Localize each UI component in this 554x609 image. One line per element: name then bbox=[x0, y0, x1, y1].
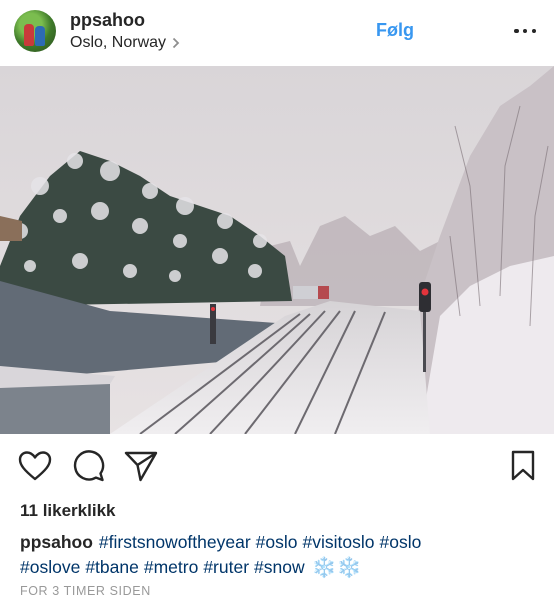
location-link[interactable]: Oslo, Norway bbox=[70, 34, 180, 52]
hashtag-link[interactable]: #oslo bbox=[256, 532, 298, 552]
follow-button[interactable]: Følg bbox=[376, 20, 414, 41]
post-photo[interactable] bbox=[0, 66, 554, 434]
snowflake-emoji: ❄️❄️ bbox=[311, 557, 362, 579]
hashtag-link[interactable]: #snow bbox=[254, 557, 305, 577]
hashtag-link[interactable]: #metro bbox=[144, 557, 198, 577]
username[interactable]: ppsahoo bbox=[70, 10, 180, 31]
hashtag-link[interactable]: #visitoslo bbox=[303, 532, 375, 552]
hashtag-link[interactable]: #oslove bbox=[20, 557, 80, 577]
action-bar bbox=[0, 450, 554, 486]
caption: ppsahoo #firstsnowoftheyear #oslo #visitosl… bbox=[20, 530, 530, 581]
hashtag-link[interactable]: #firstsnowoftheyear bbox=[99, 532, 251, 552]
chevron-right-icon bbox=[172, 37, 180, 49]
hashtag-link[interactable]: #ruter bbox=[203, 557, 249, 577]
more-options-icon[interactable] bbox=[514, 20, 536, 42]
direct-send-icon[interactable] bbox=[124, 450, 158, 487]
hashtag-link[interactable]: #tbane bbox=[85, 557, 139, 577]
hashtag-link[interactable]: #oslo bbox=[380, 532, 422, 552]
likes-count[interactable]: 11 likerklikk bbox=[20, 501, 115, 521]
post-header: ppsahoo Oslo, Norway Følg bbox=[0, 0, 554, 62]
heart-icon[interactable] bbox=[18, 450, 52, 487]
comment-bubble-icon[interactable] bbox=[73, 450, 105, 487]
caption-username[interactable]: ppsahoo bbox=[20, 532, 93, 552]
location-label[interactable]: Oslo, Norway bbox=[70, 34, 166, 52]
avatar[interactable] bbox=[14, 10, 56, 52]
user-info: ppsahoo Oslo, Norway bbox=[70, 10, 180, 52]
post-timestamp: FOR 3 TIMER SIDEN bbox=[20, 584, 151, 598]
bookmark-icon[interactable] bbox=[510, 450, 536, 487]
